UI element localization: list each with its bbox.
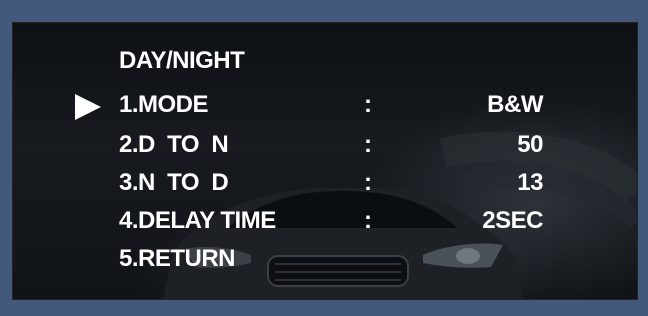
menu-item-return[interactable]: 5.RETURN (13, 245, 637, 275)
right-triangle-icon (75, 94, 101, 120)
menu-item-label: 3.N TO D (119, 169, 229, 196)
menu-item-separator: : (364, 207, 372, 234)
menu-item-label: 5.RETURN (119, 245, 236, 272)
menu-title: DAY/NIGHT (119, 47, 245, 74)
menu-item-value: B&W (487, 91, 543, 118)
menu-item-value: 2SEC (482, 207, 543, 234)
osd-screen: DAY/NIGHT 1.MODE : B&W 2.D TO N : 50 3.N… (12, 22, 638, 300)
osd-menu: DAY/NIGHT 1.MODE : B&W 2.D TO N : 50 3.N… (13, 23, 637, 299)
menu-item-label: 4.DELAY TIME (119, 207, 276, 234)
menu-item-n-to-d[interactable]: 3.N TO D : 13 (13, 169, 637, 199)
menu-item-separator: : (364, 169, 372, 196)
menu-item-value: 13 (517, 169, 543, 196)
menu-item-label: 2.D TO N (119, 131, 229, 158)
menu-item-separator: : (364, 131, 372, 158)
menu-item-value: 50 (517, 131, 543, 158)
menu-item-mode[interactable]: 1.MODE : B&W (13, 91, 637, 121)
menu-item-separator: : (364, 91, 372, 118)
menu-item-d-to-n[interactable]: 2.D TO N : 50 (13, 131, 637, 161)
monitor-frame: DAY/NIGHT 1.MODE : B&W 2.D TO N : 50 3.N… (0, 0, 648, 316)
menu-item-delay-time[interactable]: 4.DELAY TIME : 2SEC (13, 207, 637, 237)
menu-item-label: 1.MODE (119, 91, 209, 118)
